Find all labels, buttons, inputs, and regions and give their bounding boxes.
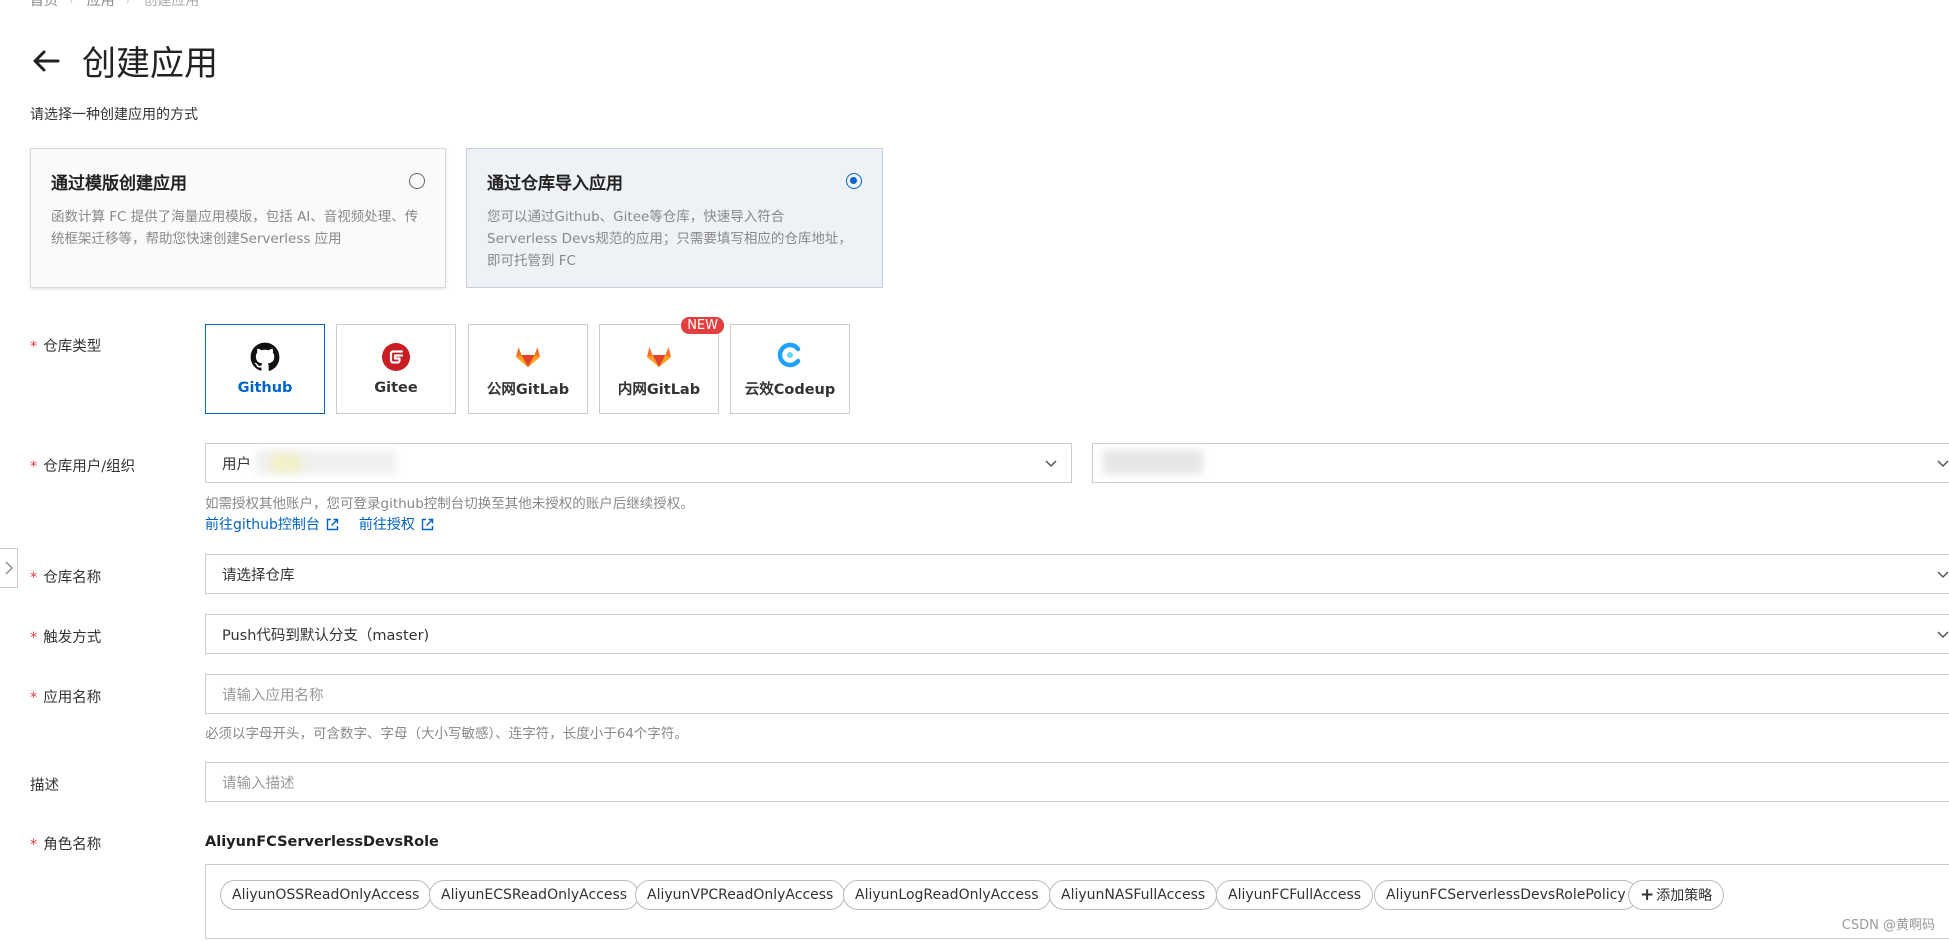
- repo-tile-label: 内网GitLab: [617, 381, 701, 398]
- chevron-down-icon: [1937, 460, 1949, 468]
- new-badge: NEW: [681, 317, 724, 334]
- trigger-label-text: 触发方式: [43, 630, 102, 646]
- repo-user-value: 用户: [222, 456, 251, 473]
- watermark: CSDN @黄啊码: [1841, 918, 1935, 933]
- repo-name-label: * 仓库名称: [30, 566, 101, 587]
- github-console-link[interactable]: 前往github控制台: [205, 514, 339, 534]
- required-mark: *: [30, 837, 38, 853]
- breadcrumb-apps[interactable]: 应用: [87, 0, 115, 10]
- breadcrumb-current: 创建应用: [143, 0, 200, 9]
- github-console-link-text: 前往github控制台: [205, 517, 320, 533]
- chevron-down-icon: [1937, 571, 1949, 579]
- trigger-label: * 触发方式: [30, 626, 101, 647]
- repo-user-select[interactable]: 用户: [205, 443, 1072, 483]
- method-title: 通过仓库导入应用: [487, 174, 623, 194]
- required-mark: *: [30, 570, 38, 586]
- redacted-block: [271, 454, 301, 472]
- repo-name-placeholder: 请选择仓库: [222, 567, 295, 584]
- plus-icon: +: [1640, 885, 1655, 905]
- redacted-block: [1103, 450, 1203, 474]
- breadcrumb-separator: /: [127, 0, 132, 10]
- external-link-icon: [421, 518, 434, 530]
- app-name-input[interactable]: 请输入应用名称: [205, 674, 1949, 714]
- policy-tag[interactable]: AliyunFCFullAccess: [1216, 880, 1374, 910]
- back-arrow-icon[interactable]: [30, 45, 62, 77]
- breadcrumb-separator: /: [70, 0, 75, 10]
- description-input[interactable]: 请输入描述: [205, 762, 1949, 802]
- description-placeholder: 请输入描述: [222, 775, 295, 792]
- description-label: 描述: [30, 774, 59, 795]
- method-title: 通过模版创建应用: [51, 174, 187, 194]
- github-icon: [250, 342, 280, 371]
- description-label-text: 描述: [30, 778, 59, 794]
- gitlab-icon: [516, 346, 540, 367]
- method-radio[interactable]: [409, 173, 425, 189]
- repo-type-label-text: 仓库类型: [43, 339, 102, 355]
- app-name-hint: 必须以字母开头，可含数字、字母（大小写敏感）、连字符，长度小于64个字符。: [205, 726, 688, 742]
- method-card-repo[interactable]: 通过仓库导入应用 您可以通过Github、Gitee等仓库，快速导入符合 Ser…: [466, 148, 883, 288]
- repo-org-select[interactable]: [1092, 443, 1949, 483]
- app-name-placeholder: 请输入应用名称: [222, 687, 324, 704]
- chevron-down-icon: [1937, 631, 1949, 639]
- required-mark: *: [30, 630, 38, 646]
- role-label: * 角色名称: [30, 833, 101, 854]
- gitlab-icon: [647, 346, 671, 367]
- sidebar-expand-toggle[interactable]: [0, 548, 18, 588]
- repo-tile-label: Gitee: [374, 380, 418, 396]
- trigger-value: Push代码到默认分支（master): [222, 627, 430, 644]
- policy-tag[interactable]: AliyunLogReadOnlyAccess: [843, 880, 1051, 910]
- required-mark: *: [30, 339, 38, 355]
- add-policy-label: 添加策略: [1656, 888, 1713, 904]
- policy-list: AliyunOSSReadOnlyAccess AliyunECSReadOnl…: [205, 864, 1949, 939]
- repo-tile-label: 云效Codeup: [744, 381, 836, 398]
- repo-type-label: * 仓库类型: [30, 335, 101, 356]
- method-desc: 函数计算 FC 提供了海量应用模版，包括 AI、音视频处理、传统框架迁移等，帮助…: [51, 209, 419, 247]
- app-name-label-text: 应用名称: [43, 690, 102, 706]
- repo-tile-private-gitlab[interactable]: 内网GitLab NEW: [599, 317, 724, 414]
- repo-tile-label: 公网GitLab: [486, 381, 570, 398]
- policy-tag[interactable]: AliyunFCServerlessDevsRolePolicy: [1374, 880, 1638, 910]
- repo-name-label-text: 仓库名称: [43, 570, 102, 586]
- trigger-select[interactable]: Push代码到默认分支（master): [205, 614, 1949, 654]
- external-link-icon: [326, 518, 339, 530]
- chevron-right-icon: [5, 561, 13, 575]
- chevron-down-icon: [1045, 460, 1057, 468]
- authorize-link-text: 前往授权: [358, 517, 415, 533]
- app-name-label: * 应用名称: [30, 686, 101, 707]
- role-label-text: 角色名称: [43, 837, 102, 853]
- policy-tag[interactable]: AliyunOSSReadOnlyAccess: [220, 880, 432, 910]
- policy-tag[interactable]: AliyunECSReadOnlyAccess: [429, 880, 640, 910]
- method-card-template[interactable]: 通过模版创建应用 函数计算 FC 提供了海量应用模版，包括 AI、音视频处理、传…: [30, 148, 446, 288]
- repo-tile-gitee[interactable]: Gitee: [336, 324, 456, 414]
- repo-links: 前往github控制台 前往授权: [205, 514, 434, 534]
- repo-user-hint: 如需授权其他账户，您可登录github控制台切换至其他未授权的账户后继续授权。: [205, 496, 694, 512]
- repo-tile-public-gitlab[interactable]: 公网GitLab: [468, 324, 588, 414]
- repo-name-select[interactable]: 请选择仓库: [205, 554, 1949, 594]
- gitee-icon: [382, 343, 410, 371]
- subtitle: 请选择一种创建应用的方式: [30, 107, 198, 123]
- authorize-link[interactable]: 前往授权: [359, 514, 434, 534]
- method-desc: 您可以通过Github、Gitee等仓库，快速导入符合 Serverless D…: [487, 209, 852, 269]
- policy-tag[interactable]: AliyunNASFullAccess: [1049, 880, 1218, 910]
- repo-tile-github[interactable]: Github: [205, 324, 325, 414]
- title-row: 创建应用: [30, 36, 218, 85]
- repo-user-label: * 仓库用户/组织: [30, 455, 135, 476]
- repo-tile-label: Github: [237, 380, 293, 396]
- codeup-icon: [777, 342, 801, 367]
- breadcrumb-home[interactable]: 首页: [30, 0, 58, 10]
- page-title: 创建应用: [82, 44, 218, 84]
- breadcrumb: 首页 / 应用 / 创建应用: [30, 0, 199, 10]
- role-name: AliyunFCServerlessDevsRole: [205, 834, 439, 850]
- method-radio-selected[interactable]: [846, 173, 862, 189]
- add-policy-button[interactable]: + 添加策略: [1628, 880, 1725, 910]
- required-mark: *: [30, 690, 38, 706]
- repo-user-label-text: 仓库用户/组织: [43, 459, 136, 475]
- repo-tile-codeup[interactable]: 云效Codeup: [730, 324, 850, 414]
- policy-tag[interactable]: AliyunVPCReadOnlyAccess: [635, 880, 846, 910]
- required-mark: *: [30, 459, 38, 475]
